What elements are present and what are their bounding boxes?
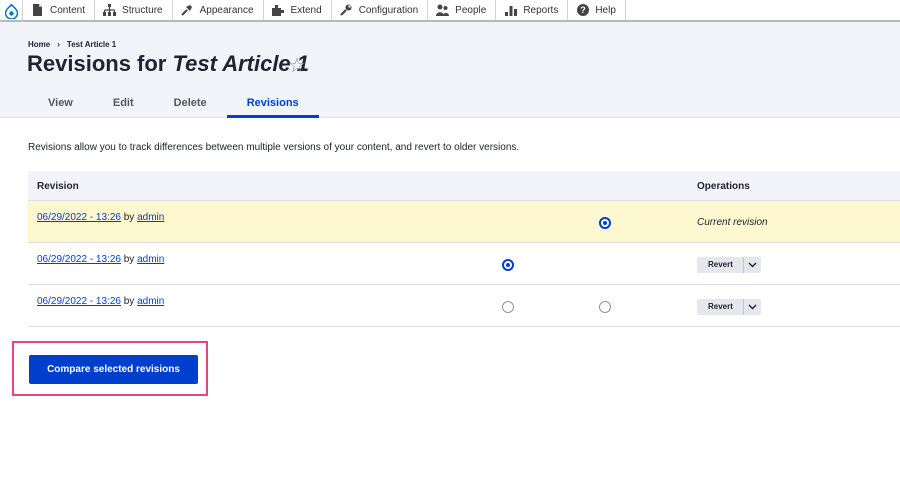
revision-author-link[interactable]: admin [137, 296, 164, 307]
revision-cell: 06/29/2022 - 13:26 by admin [37, 212, 164, 223]
compare-left-radio[interactable] [502, 301, 514, 313]
revision-cell: 06/29/2022 - 13:26 by admin [37, 254, 164, 265]
revisions-description: Revisions allow you to track differences… [28, 142, 520, 153]
star-icon[interactable]: ☆ [288, 53, 306, 78]
appearance-icon [181, 4, 194, 17]
toolbar-item-configuration[interactable]: Configuration [332, 0, 429, 20]
table-row: 06/29/2022 - 13:26 by admin Revert [28, 285, 900, 327]
tab-revisions[interactable]: Revisions [226, 94, 319, 118]
revision-author-link[interactable]: admin [137, 212, 164, 223]
toolbar-label: Structure [122, 4, 163, 16]
configuration-icon [340, 4, 353, 17]
chevron-down-icon[interactable] [744, 299, 761, 315]
help-icon: ? [576, 4, 589, 17]
breadcrumb: Home › Test Article 1 [28, 40, 116, 49]
page-header: Home › Test Article 1 Revisions for Test… [0, 22, 900, 118]
revision-by: by [120, 296, 138, 307]
page-title: Revisions for Test Article 1 [27, 51, 309, 77]
extend-icon [271, 4, 285, 17]
toolbar-label: Content [50, 4, 86, 16]
tab-edit[interactable]: Edit [93, 94, 154, 118]
revision-author-link[interactable]: admin [137, 254, 164, 265]
compare-left-radio[interactable] [502, 259, 514, 271]
revert-button[interactable]: Revert [697, 257, 744, 273]
breadcrumb-separator: › [57, 40, 60, 49]
compare-right-radio[interactable] [599, 301, 611, 313]
toolbar-item-reports[interactable]: Reports [496, 0, 569, 20]
revision-date-link[interactable]: 06/29/2022 - 13:26 [37, 296, 121, 307]
toolbar-label: Extend [290, 4, 322, 16]
chevron-down-icon[interactable] [744, 257, 761, 273]
revert-dropbutton: Revert [697, 299, 761, 315]
revert-dropbutton: Revert [697, 257, 761, 273]
highlight-box: Compare selected revisions [12, 341, 208, 396]
tab-view[interactable]: View [28, 94, 93, 118]
revision-by: by [120, 254, 138, 265]
toolbar-item-appearance[interactable]: Appearance [173, 0, 264, 20]
toolbar-label: Appearance [199, 4, 254, 16]
table-row: 06/29/2022 - 13:26 by admin Current revi… [28, 201, 900, 243]
content-icon [31, 4, 44, 17]
revisions-table: Revision Operations 06/29/2022 - 13:26 b… [28, 171, 900, 327]
reports-icon [504, 4, 517, 17]
toolbar-item-people[interactable]: People [428, 0, 497, 20]
revert-button[interactable]: Revert [697, 299, 744, 315]
column-header-operations: Operations [697, 181, 750, 192]
compare-right-radio[interactable] [599, 217, 611, 229]
table-row: 06/29/2022 - 13:26 by admin Revert [28, 243, 900, 285]
current-revision-label: Current revision [697, 217, 768, 228]
revision-cell: 06/29/2022 - 13:26 by admin [37, 296, 164, 307]
breadcrumb-current[interactable]: Test Article 1 [67, 40, 116, 49]
admin-toolbar: Content Structure Appearance Extend Conf… [0, 0, 900, 22]
local-tasks-tabs: View Edit Delete Revisions [28, 94, 319, 118]
compare-selected-revisions-button[interactable]: Compare selected revisions [29, 355, 198, 384]
drupal-logo-icon[interactable] [0, 0, 23, 22]
toolbar-item-structure[interactable]: Structure [95, 0, 173, 20]
page-title-prefix: Revisions for [27, 51, 173, 76]
structure-icon [103, 4, 117, 17]
toolbar-label: Reports [523, 4, 559, 16]
revision-date-link[interactable]: 06/29/2022 - 13:26 [37, 254, 121, 265]
toolbar-label: Help [595, 4, 616, 16]
toolbar-label: People [455, 4, 487, 16]
table-header: Revision Operations [28, 171, 900, 201]
tab-delete[interactable]: Delete [154, 94, 227, 118]
people-icon [436, 4, 450, 17]
column-header-revision: Revision [37, 181, 79, 192]
svg-text:?: ? [580, 5, 586, 15]
toolbar-label: Configuration [358, 4, 419, 16]
toolbar-item-help[interactable]: ? Help [568, 0, 626, 20]
revision-by: by [120, 212, 138, 223]
toolbar-item-content[interactable]: Content [23, 0, 96, 20]
toolbar-item-extend[interactable]: Extend [264, 0, 332, 20]
breadcrumb-home[interactable]: Home [28, 40, 50, 49]
revision-date-link[interactable]: 06/29/2022 - 13:26 [37, 212, 121, 223]
